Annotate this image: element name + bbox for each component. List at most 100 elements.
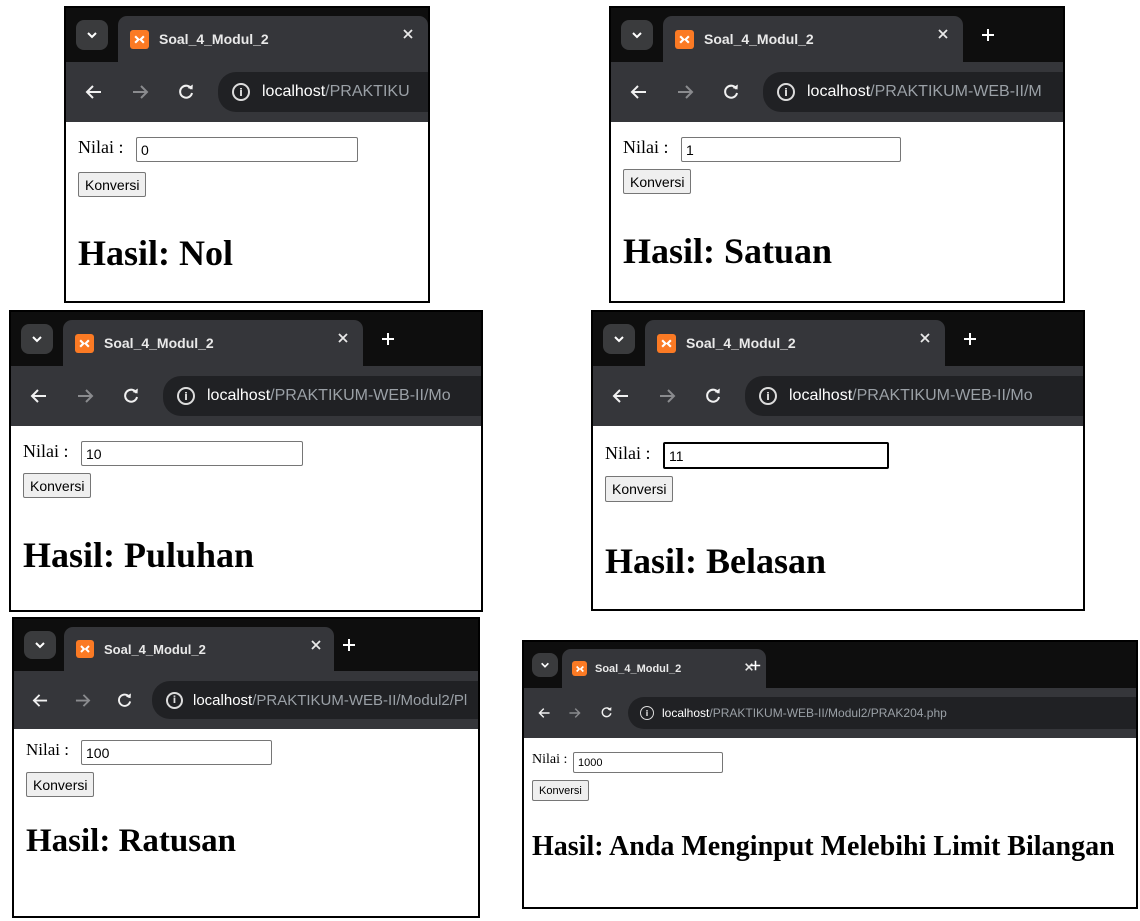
info-icon[interactable]: i: [232, 83, 250, 101]
back-arrow-icon[interactable]: [536, 705, 552, 720]
screenshot-panel-satuan: Soal_4_Modul_2 i localhost/PRAKTIKUM-WEB…: [609, 6, 1065, 303]
reload-icon[interactable]: [721, 82, 741, 102]
nilai-input[interactable]: [81, 441, 303, 466]
tab-search-button[interactable]: [21, 324, 53, 354]
reload-icon[interactable]: [598, 704, 614, 720]
address-bar[interactable]: i localhost/PRAKTIKUM-WEB-II/Mo: [745, 376, 1083, 416]
info-icon[interactable]: i: [777, 83, 795, 101]
close-icon[interactable]: [337, 332, 349, 344]
hasil-result: Hasil: Anda Menginput Melebihi Limit Bil…: [532, 831, 1115, 862]
back-arrow-icon[interactable]: [611, 387, 631, 405]
tab-strip: Soal_4_Modul_2: [593, 312, 1083, 366]
tab-search-button[interactable]: [24, 631, 56, 659]
tab-active[interactable]: Soal_4_Modul_2: [663, 16, 963, 62]
close-icon[interactable]: [937, 28, 949, 40]
close-icon[interactable]: [310, 639, 322, 651]
forward-arrow-icon[interactable]: [675, 83, 695, 101]
nilai-label: Nilai :: [78, 137, 124, 157]
forward-arrow-icon[interactable]: [75, 387, 95, 405]
tab-active[interactable]: Soal_4_Modul_2: [645, 320, 945, 366]
nilai-input[interactable]: [681, 137, 901, 162]
tab-search-button[interactable]: [621, 20, 653, 50]
info-icon[interactable]: i: [759, 387, 777, 405]
reload-icon[interactable]: [114, 690, 134, 710]
address-bar[interactable]: i localhost/PRAKTIKUM-WEB-II/Mo: [163, 376, 481, 416]
new-tab-plus-icon[interactable]: [377, 328, 399, 350]
konversi-button[interactable]: Konversi: [605, 476, 674, 502]
back-arrow-icon[interactable]: [30, 691, 50, 709]
address-bar[interactable]: i localhost/PRAKTIKUM-WEB-II/Modul2/Pl: [152, 681, 478, 719]
konversi-button[interactable]: Konversi: [623, 169, 692, 194]
back-arrow-icon[interactable]: [29, 387, 49, 405]
address-bar[interactable]: i localhost/PRAKTIKUM-WEB-II/M: [763, 72, 1063, 112]
new-tab-plus-icon[interactable]: [338, 634, 360, 656]
nilai-label: Nilai :: [623, 137, 669, 157]
page-content: Nilai : Konversi Hasil: Ratusan: [14, 729, 478, 916]
nilai-input[interactable]: [81, 740, 272, 765]
chevron-down-icon: [87, 32, 97, 39]
url-host: localhost: [207, 387, 271, 404]
forward-arrow-icon[interactable]: [657, 387, 677, 405]
reload-icon[interactable]: [703, 386, 723, 406]
nilai-input[interactable]: [573, 752, 723, 773]
chevron-down-icon: [614, 336, 624, 343]
address-bar[interactable]: i localhost/PRAKTIKUM-WEB-II/Modul2/PRAK…: [628, 697, 1136, 729]
tab-strip: Soal_4_Modul_2: [11, 312, 481, 366]
close-icon[interactable]: [919, 332, 931, 344]
konversi-button[interactable]: Konversi: [78, 172, 147, 197]
url-path: /PRAKTIKUM-WEB-II/M: [870, 83, 1042, 100]
address-bar[interactable]: i localhost/PRAKTIKU: [218, 72, 428, 112]
xampp-icon: [130, 29, 149, 49]
new-tab-plus-icon[interactable]: [977, 24, 999, 46]
reload-icon[interactable]: [176, 82, 196, 102]
page-content: Nilai : Konversi Hasil: Belasan: [593, 426, 1083, 609]
tab-active[interactable]: Soal_4_Modul_2: [64, 627, 334, 671]
tab-strip: Soal_4_Modul_2: [14, 619, 478, 671]
close-icon[interactable]: [402, 28, 414, 40]
konversi-button[interactable]: Konversi: [26, 772, 95, 797]
browser-toolbar: i localhost/PRAKTIKUM-WEB-II/Mo: [11, 366, 481, 426]
hasil-result: Hasil: Belasan: [605, 541, 827, 581]
xampp-icon: [76, 640, 94, 658]
url-host: localhost: [662, 706, 710, 720]
screenshot-panel-nol: Soal_4_Modul_2 i localhost/PRAKTIKU Nila…: [64, 6, 430, 303]
forward-arrow-icon[interactable]: [130, 83, 150, 101]
new-tab-plus-icon[interactable]: [959, 328, 981, 350]
forward-arrow-icon[interactable]: [566, 705, 582, 720]
nilai-label: Nilai :: [26, 740, 69, 759]
reload-icon[interactable]: [121, 386, 141, 406]
info-icon[interactable]: i: [177, 387, 195, 405]
tab-active[interactable]: Soal_4_Modul_2: [562, 649, 766, 688]
url-host: localhost: [262, 83, 326, 100]
back-arrow-icon[interactable]: [84, 83, 104, 101]
hasil-result: Hasil: Satuan: [623, 231, 833, 271]
url-path: /PRAKTIKU: [325, 83, 410, 100]
new-tab-plus-icon[interactable]: [746, 656, 764, 674]
tab-search-button[interactable]: [76, 20, 108, 50]
konversi-button[interactable]: Konversi: [23, 473, 92, 498]
page-content: Nilai : Konversi Hasil: Anda Menginput M…: [524, 738, 1136, 907]
tab-active[interactable]: Soal_4_Modul_2: [63, 320, 363, 366]
konversi-button[interactable]: Konversi: [532, 780, 589, 801]
hasil-result: Hasil: Nol: [78, 233, 234, 273]
chevron-down-icon: [32, 336, 42, 343]
chevron-down-icon: [541, 662, 549, 668]
back-arrow-icon[interactable]: [629, 83, 649, 101]
nilai-input[interactable]: [663, 442, 889, 469]
screenshot-panel-ratusan: Soal_4_Modul_2 i localhost/PRAKTIKUM-WEB…: [12, 617, 480, 918]
info-icon[interactable]: i: [166, 691, 183, 709]
tab-title: Soal_4_Modul_2: [104, 641, 206, 657]
url-path: /PRAKTIKUM-WEB-II/Mo: [270, 387, 451, 404]
tab-active[interactable]: Soal_4_Modul_2: [118, 16, 428, 62]
tab-search-button[interactable]: [532, 653, 558, 677]
url-path: /PRAKTIKUM-WEB-II/Mo: [852, 387, 1033, 404]
info-icon[interactable]: i: [640, 706, 654, 720]
nilai-input[interactable]: [136, 137, 358, 162]
screenshot-panel-limit: Soal_4_Modul_2 i localhost/PRAKTIKUM-WEB…: [522, 640, 1138, 909]
url-host: localhost: [193, 691, 253, 709]
browser-toolbar: i localhost/PRAKTIKUM-WEB-II/Modul2/PRAK…: [524, 688, 1136, 738]
tab-search-button[interactable]: [603, 324, 635, 354]
nilai-label: Nilai :: [532, 752, 568, 767]
forward-arrow-icon[interactable]: [72, 691, 92, 709]
browser-toolbar: i localhost/PRAKTIKUM-WEB-II/M: [611, 62, 1063, 122]
